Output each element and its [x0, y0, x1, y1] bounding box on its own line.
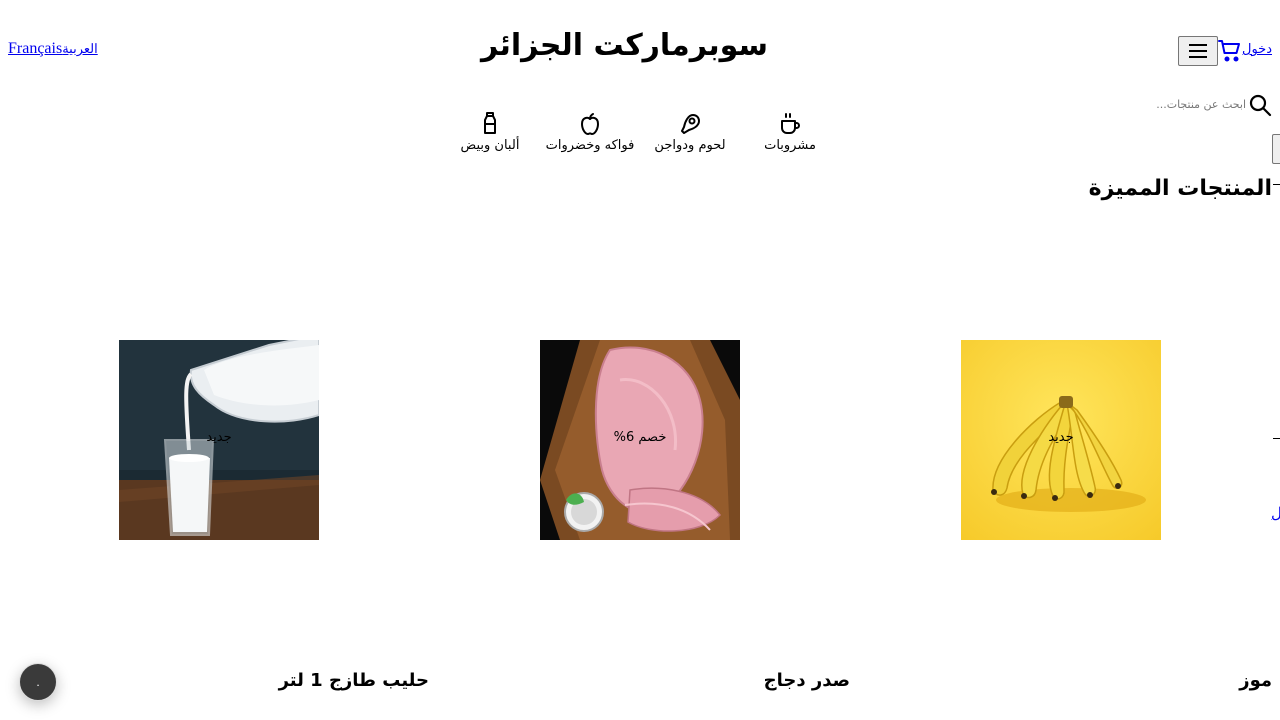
cart-icon[interactable]	[1218, 39, 1242, 63]
category-beverages[interactable]: مشروبات	[740, 112, 840, 160]
category-label: مشروبات	[764, 138, 816, 153]
search-icon[interactable]	[1248, 93, 1272, 117]
lang-arabic-link[interactable]: العربية	[62, 42, 98, 58]
login-link[interactable]: دخول	[1242, 42, 1272, 57]
apple-icon	[581, 113, 599, 135]
hamburger-icon	[1189, 44, 1207, 58]
category-label: لحوم ودواجن	[654, 138, 726, 153]
category-meat-poultry[interactable]: لحوم ودواجن	[640, 112, 740, 160]
product-image-banana[interactable]: جديد	[961, 340, 1161, 540]
chat-button-label: .	[36, 675, 40, 689]
menu-button[interactable]	[1178, 36, 1218, 66]
product-name-banana[interactable]: موز	[1239, 670, 1272, 691]
product-badge: خصم 6%	[613, 430, 667, 445]
product-badge: جديد	[1048, 430, 1074, 445]
carousel-next-indicator[interactable]	[1273, 438, 1280, 439]
category-label: ألبان وبيض	[460, 138, 520, 153]
category-dairy-eggs[interactable]: ألبان وبيض	[440, 112, 540, 160]
category-fruits-vegetables[interactable]: فواكه وخضروات	[540, 112, 640, 160]
category-label: فواكه وخضروات	[545, 138, 635, 153]
search-input[interactable]	[1100, 94, 1246, 114]
language-switcher: Français العربية	[8, 40, 98, 58]
chat-button[interactable]: .	[19, 663, 57, 701]
milk-bottle-icon	[484, 112, 496, 134]
product-image-chicken-breast[interactable]: خصم 6%	[540, 340, 740, 540]
site-title: سوبرماركت الجزائر	[480, 28, 768, 63]
product-name-milk[interactable]: حليب طازج 1 لتر	[279, 670, 429, 691]
search-submit-button[interactable]	[1272, 134, 1280, 164]
coffee-cup-icon	[781, 113, 800, 134]
product-badge: جديد	[206, 430, 232, 445]
page: Français العربية سوبرماركت الجزائر دخول …	[0, 0, 1280, 720]
featured-section-title: المنتجات المميزة	[1088, 176, 1272, 201]
heading-tick	[1273, 184, 1280, 185]
product-image-milk[interactable]: جديد	[119, 340, 319, 540]
view-all-link[interactable]: ل	[1271, 504, 1280, 522]
product-name-chicken-breast[interactable]: صدر دجاج	[764, 670, 850, 691]
lang-french-link[interactable]: Français	[8, 40, 62, 58]
meat-icon	[681, 114, 700, 134]
